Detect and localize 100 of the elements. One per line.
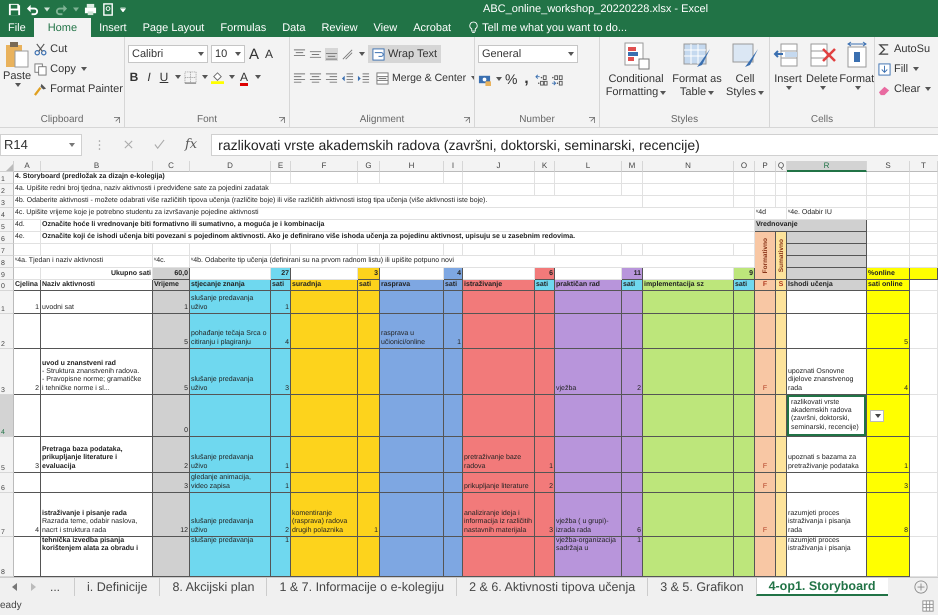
format-painter-button[interactable]: Format Painter xyxy=(34,81,123,97)
comma-style-button[interactable]: , xyxy=(520,70,532,88)
formula-field[interactable]: razlikovati vrste akademskih radova (završni, doktorski, seminarski, recencije) xyxy=(211,134,938,156)
column-header[interactable]: H xyxy=(380,161,444,172)
table-cell xyxy=(271,244,291,256)
font-color-button[interactable]: A xyxy=(238,70,250,84)
caret-icon[interactable] xyxy=(202,75,208,79)
underline-button[interactable]: U xyxy=(158,70,170,84)
decrease-indent-icon[interactable] xyxy=(341,72,354,84)
orientation-icon[interactable] xyxy=(341,48,354,60)
normal-view-icon[interactable] xyxy=(922,600,934,612)
column-header[interactable]: L xyxy=(555,161,622,172)
column-header[interactable]: Q xyxy=(776,161,787,172)
sheet-tab[interactable]: 4-op1. Storyboard xyxy=(756,578,888,596)
borders-icon[interactable] xyxy=(184,70,197,84)
italic-button[interactable]: I xyxy=(143,70,155,84)
caret-icon[interactable] xyxy=(229,75,235,79)
wrap-text-button[interactable]: Wrap Text xyxy=(368,45,442,63)
dropdown-button[interactable] xyxy=(870,410,884,422)
merge-center-button[interactable]: Merge & Center xyxy=(376,70,474,86)
align-left-icon[interactable] xyxy=(293,72,306,84)
touch-mode-icon[interactable] xyxy=(102,2,115,16)
cells-button[interactable]: Insert xyxy=(773,41,803,112)
table-cell xyxy=(622,244,643,256)
font-family-field[interactable]: Calibri xyxy=(128,45,208,63)
caret-icon[interactable] xyxy=(359,52,365,56)
align-center-icon[interactable] xyxy=(309,72,322,84)
ribbon-tab[interactable]: Acrobat xyxy=(405,18,460,37)
cut-button[interactable]: Cut xyxy=(34,41,123,57)
column-header[interactable]: N xyxy=(643,161,734,172)
column-header[interactable]: R xyxy=(787,161,867,172)
dialog-launcher-icon[interactable] xyxy=(464,117,470,123)
ribbon-tab[interactable]: Data xyxy=(274,18,314,37)
align-right-icon[interactable] xyxy=(325,72,338,84)
redo-icon[interactable] xyxy=(55,2,68,16)
column-header[interactable]: P xyxy=(755,161,776,172)
table-cell xyxy=(776,196,787,208)
copy-button[interactable]: Copy xyxy=(34,61,123,77)
caret-icon[interactable] xyxy=(44,6,50,12)
table-cell xyxy=(910,493,938,537)
percent-button[interactable]: % xyxy=(505,71,518,87)
ribbon-tab[interactable]: Review xyxy=(313,18,366,37)
ribbon-tab[interactable]: Page Layout xyxy=(134,18,212,37)
number-format-field[interactable]: General xyxy=(478,45,578,63)
shrink-font-button[interactable]: A xyxy=(263,47,275,61)
ribbon-tab[interactable]: File xyxy=(0,18,34,37)
column-header[interactable]: D xyxy=(190,161,271,172)
column-header[interactable]: M xyxy=(622,161,643,172)
align-bottom-icon[interactable] xyxy=(325,48,338,60)
fill-button[interactable]: Fill xyxy=(878,61,935,77)
cells-button[interactable]: Delete xyxy=(806,41,838,112)
column-header[interactable]: I xyxy=(444,161,463,172)
increase-decimal-icon[interactable] xyxy=(535,72,548,86)
autosum-button[interactable]: AutoSu xyxy=(878,41,935,57)
column-header[interactable]: B xyxy=(41,161,153,172)
add-sheet-icon[interactable] xyxy=(914,580,928,594)
paste-button[interactable]: Paste xyxy=(3,41,32,112)
caret-icon xyxy=(854,86,861,90)
copy-icon xyxy=(34,62,48,76)
clear-button[interactable]: Clear xyxy=(878,81,935,97)
column-header[interactable]: G xyxy=(358,161,380,172)
column-header[interactable]: C xyxy=(153,161,190,172)
ribbon-tab[interactable]: Formulas xyxy=(212,18,274,37)
ribbon-tab[interactable]: Home xyxy=(34,18,92,37)
customize-caret-icon[interactable] xyxy=(120,6,126,12)
name-box[interactable]: R14 xyxy=(0,134,82,156)
column-header[interactable]: J xyxy=(463,161,535,172)
bold-button[interactable]: B xyxy=(128,70,140,84)
dialog-launcher-icon[interactable] xyxy=(279,117,285,123)
styles-button[interactable]: Cell Styles xyxy=(725,41,765,112)
table-cell xyxy=(444,172,463,184)
fill-color-icon[interactable] xyxy=(211,70,224,84)
undo-icon[interactable] xyxy=(26,2,39,16)
styles-button[interactable]: Format as Table xyxy=(672,41,722,112)
more-sheets-button[interactable]: ... xyxy=(50,580,60,594)
scroll-left-icon[interactable] xyxy=(12,583,18,591)
grow-font-button[interactable]: A xyxy=(248,46,260,62)
column-header[interactable]: F xyxy=(291,161,358,172)
increase-indent-icon[interactable] xyxy=(357,72,370,84)
column-header[interactable]: T xyxy=(910,161,938,172)
save-icon[interactable] xyxy=(8,2,21,16)
column-header[interactable]: A xyxy=(14,161,41,172)
decrease-decimal-icon[interactable] xyxy=(551,72,564,86)
dialog-launcher-icon[interactable] xyxy=(114,117,120,123)
column-header[interactable]: E xyxy=(271,161,291,172)
print-preview-icon[interactable] xyxy=(84,2,97,16)
ribbon-tab[interactable]: Insert xyxy=(91,18,135,37)
column-header[interactable]: O xyxy=(734,161,755,172)
column-header[interactable]: S xyxy=(867,161,910,172)
styles-button[interactable]: Conditional Formatting xyxy=(603,41,669,112)
caret-icon[interactable] xyxy=(255,75,261,79)
caret-icon[interactable] xyxy=(496,77,502,81)
font-size-field[interactable]: 10 xyxy=(211,45,245,63)
tell-me-field[interactable]: Tell me what you want to do... xyxy=(482,22,682,34)
cells-button[interactable]: Format xyxy=(840,41,873,112)
dialog-launcher-icon[interactable] xyxy=(589,117,595,123)
caret-icon[interactable] xyxy=(175,75,181,79)
column-header[interactable]: K xyxy=(535,161,555,172)
ribbon-tab[interactable]: View xyxy=(366,18,406,37)
insert-function-button[interactable]: fx xyxy=(185,137,198,152)
